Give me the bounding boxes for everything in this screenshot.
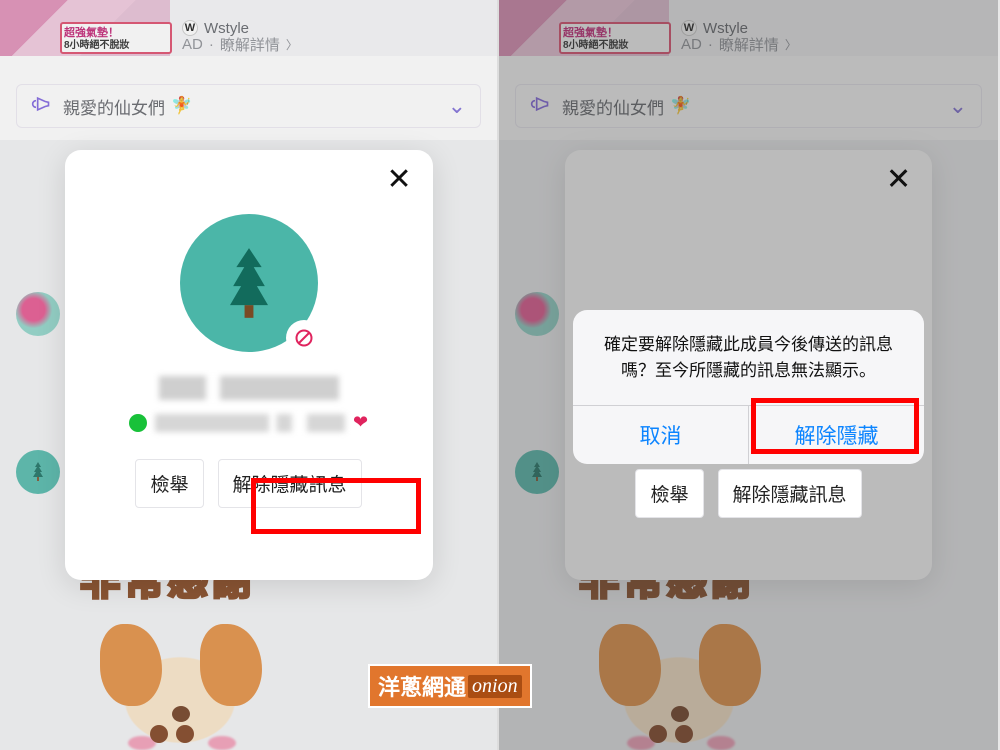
profile-modal: ✕ ❤ 檢舉 解除隱藏訊息: [65, 150, 433, 580]
confirm-dialog: 確定要解除隱藏此成員今後傳送的訊息嗎？至今所隱藏的訊息無法顯示。 取消 解除隱藏: [573, 310, 924, 464]
close-icon[interactable]: ✕: [387, 168, 413, 194]
heart-icon: ❤: [353, 412, 368, 433]
profile-avatar[interactable]: [180, 214, 318, 352]
status-dot-icon: [129, 414, 147, 432]
screenshot-right: 超強氣墊！ 8小時絕不脫妝 W Wstyle AD· 瞭解詳情 〉 親愛的仙女們…: [499, 0, 998, 750]
profile-modal-backdrop[interactable]: ✕ ❤ 檢舉 解除隱藏訊息: [0, 0, 497, 750]
confirm-message: 確定要解除隱藏此成員今後傳送的訊息嗎？至今所隱藏的訊息無法顯示。: [573, 310, 924, 405]
unhide-messages-button[interactable]: 解除隱藏訊息: [718, 469, 862, 518]
unhide-messages-button[interactable]: 解除隱藏訊息: [218, 459, 362, 508]
confirm-unhide-button[interactable]: 解除隱藏: [748, 406, 924, 464]
screenshot-left: 超強氣墊！ 8小時絕不脫妝 W Wstyle AD· 瞭解詳情 〉 親愛的仙女們…: [0, 0, 499, 750]
watermark-badge: 洋蔥網通 onion: [368, 664, 532, 708]
report-button[interactable]: 檢舉: [635, 469, 703, 518]
close-icon[interactable]: ✕: [886, 168, 912, 194]
profile-name-blurred: [159, 376, 339, 400]
blocked-badge-icon: [288, 322, 320, 354]
cancel-button[interactable]: 取消: [573, 406, 748, 464]
watermark-en: onion: [468, 675, 522, 698]
report-button[interactable]: 檢舉: [135, 459, 203, 508]
watermark-zh: 洋蔥網通: [378, 670, 466, 702]
profile-status-blurred: [155, 414, 345, 432]
